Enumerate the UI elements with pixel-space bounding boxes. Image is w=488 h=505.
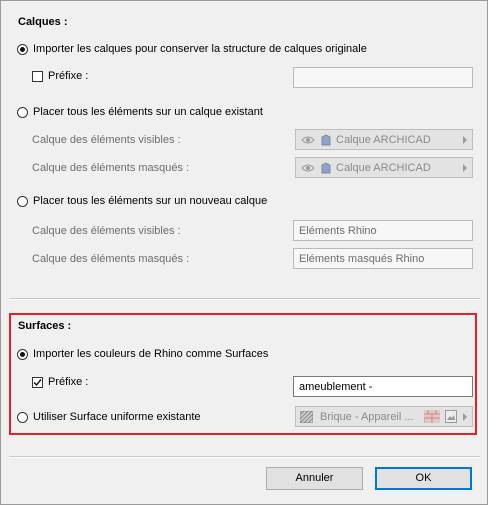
new-visible-layer-input[interactable]: Eléments Rhino: [293, 220, 473, 241]
image-icon: [445, 410, 457, 426]
surfaces-prefix-input[interactable]: ameublement -: [293, 376, 473, 397]
layer-icon: [321, 162, 331, 177]
uniform-surface-value: Brique - Appareil ...: [320, 411, 414, 423]
layers-prefix-input[interactable]: [293, 67, 473, 88]
radio-uniform-surface[interactable]: [17, 412, 28, 423]
radio-import-layers-label[interactable]: Importer les calques pour conserver la s…: [33, 43, 367, 55]
chevron-right-icon: [463, 164, 467, 172]
radio-existing-layer[interactable]: [17, 107, 28, 118]
radio-existing-layer-label[interactable]: Placer tous les éléments sur un calque e…: [33, 106, 263, 118]
eye-icon: [301, 163, 315, 176]
new-hidden-layer-input[interactable]: Eléments masqués Rhino: [293, 248, 473, 269]
radio-import-layers[interactable]: [17, 44, 28, 55]
cancel-button[interactable]: Annuler: [266, 467, 363, 490]
visible-layer-label: Calque des éléments visibles :: [32, 134, 181, 146]
eye-icon: [301, 135, 315, 148]
footer-divider: [9, 456, 480, 458]
radio-import-colors[interactable]: [17, 349, 28, 360]
new-hidden-layer-label: Calque des éléments masqués :: [32, 253, 190, 265]
radio-new-layer[interactable]: [17, 196, 28, 207]
chevron-right-icon: [463, 413, 467, 421]
layer-icon: [321, 134, 331, 149]
section-divider: [9, 298, 480, 300]
layers-prefix-label[interactable]: Préfixe :: [48, 70, 88, 82]
layers-prefix-checkbox[interactable]: [32, 71, 43, 82]
layers-section-title: Calques :: [18, 16, 68, 28]
hidden-layer-value: Calque ARCHICAD: [336, 162, 431, 174]
radio-uniform-surface-label[interactable]: Utiliser Surface uniforme existante: [33, 411, 201, 423]
visible-layer-value: Calque ARCHICAD: [336, 134, 431, 146]
radio-import-colors-label[interactable]: Importer les couleurs de Rhino comme Sur…: [33, 348, 268, 360]
hidden-layer-dropdown[interactable]: Calque ARCHICAD: [295, 157, 473, 178]
surfaces-section-title: Surfaces :: [18, 320, 72, 332]
new-visible-layer-label: Calque des éléments visibles :: [32, 225, 181, 237]
hatch-pattern-icon: [299, 410, 314, 426]
surfaces-prefix-label[interactable]: Préfixe :: [48, 376, 88, 388]
visible-layer-dropdown[interactable]: Calque ARCHICAD: [295, 129, 473, 150]
hidden-layer-label: Calque des éléments masqués :: [32, 162, 190, 174]
radio-new-layer-label[interactable]: Placer tous les éléments sur un nouveau …: [33, 195, 267, 207]
checkmark-icon: [33, 379, 42, 387]
surfaces-prefix-checkbox[interactable]: [32, 377, 43, 388]
uniform-surface-dropdown[interactable]: Brique - Appareil ...: [295, 406, 473, 427]
chevron-right-icon: [463, 136, 467, 144]
ok-button[interactable]: OK: [375, 467, 472, 490]
brick-swatch-icon: [423, 410, 440, 426]
